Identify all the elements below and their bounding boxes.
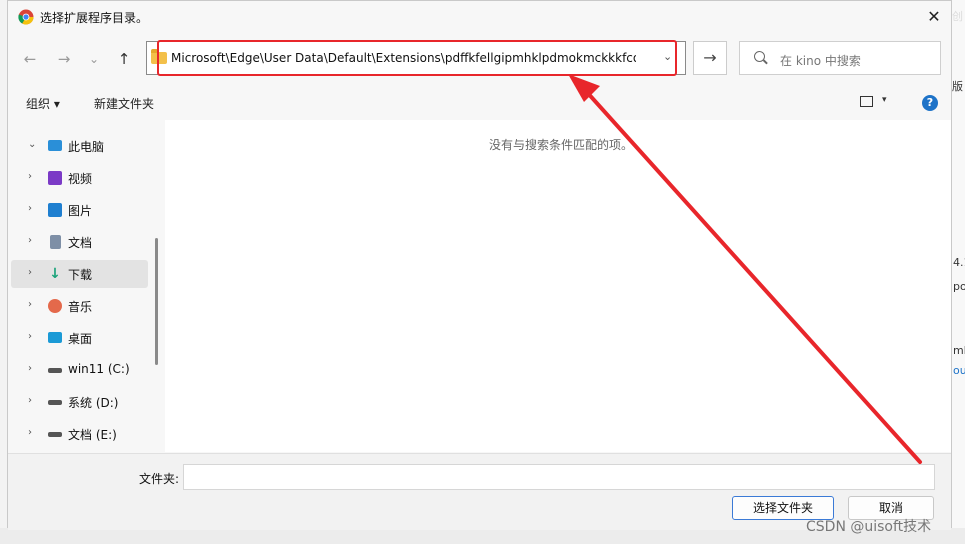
sidebar-item-label: 此电脑: [68, 140, 105, 154]
expand-chevron-icon[interactable]: ›: [28, 171, 32, 182]
background-text: 版: [952, 80, 963, 93]
computer-icon: [48, 140, 62, 151]
sidebar-item-label: 图片: [68, 204, 93, 218]
sidebar-item-music[interactable]: › 音乐: [11, 292, 148, 320]
document-icon: [50, 235, 61, 249]
command-toolbar: 组织 ▾ 新建文件夹 ▾ ?: [8, 91, 951, 117]
search-box[interactable]: 在 kino 中搜索: [739, 41, 941, 75]
drive-icon: [48, 400, 62, 405]
sidebar-item-drive-c[interactable]: › win11 (C:): [11, 356, 148, 384]
organize-button[interactable]: 组织 ▾: [26, 95, 60, 112]
collapse-chevron-icon[interactable]: ⌄: [28, 139, 36, 150]
video-icon: [48, 171, 62, 185]
navigation-bar: ← → ⌄ ↑ Microsoft\Edge\User Data\Default…: [8, 37, 951, 79]
background-text: mk: [953, 344, 965, 357]
sidebar-item-label: 系统 (D:): [68, 396, 119, 410]
sidebar-item-label: win11 (C:): [68, 362, 130, 376]
background-link: our: [953, 364, 965, 377]
folder-name-input[interactable]: [183, 464, 935, 490]
sidebar-item-videos[interactable]: › 视频: [11, 164, 148, 192]
dialog-title: 选择扩展程序目录。: [40, 11, 149, 25]
folder-field-label: 文件夹:: [139, 472, 180, 486]
folder-picker-dialog: 选择扩展程序目录。 ✕ ← → ⌄ ↑ Microsoft\Edge\User …: [7, 0, 952, 530]
picture-icon: [48, 203, 62, 217]
expand-chevron-icon[interactable]: ›: [28, 267, 32, 278]
help-icon[interactable]: ?: [922, 95, 938, 111]
navigation-scrollbar[interactable]: [155, 238, 158, 365]
address-dropdown-icon[interactable]: ⌄: [663, 50, 672, 63]
search-icon: [754, 51, 765, 62]
close-button[interactable]: ✕: [923, 6, 945, 28]
sidebar-item-label: 视频: [68, 172, 93, 186]
address-bar[interactable]: Microsoft\Edge\User Data\Default\Extensi…: [146, 41, 686, 75]
download-icon: ↓: [49, 266, 61, 282]
sidebar-item-label: 文档 (E:): [68, 428, 117, 442]
music-icon: [48, 299, 62, 313]
watermark: CSDN @uisoft技术: [806, 519, 932, 535]
navigation-pane: ⌄ 此电脑 › 视频 › 图片 › 文档 › ↓ 下载 › 音乐 › 桌面 › …: [8, 120, 158, 452]
background-text: 4.1: [953, 256, 965, 269]
desktop-icon: [48, 332, 62, 343]
dialog-titlebar: 选择扩展程序目录。 ✕: [8, 1, 951, 33]
sidebar-item-label: 文档: [68, 236, 93, 250]
empty-results-message: 没有与搜索条件匹配的项。: [489, 138, 634, 152]
sidebar-item-downloads[interactable]: › ↓ 下载: [11, 260, 148, 288]
search-input[interactable]: 在 kino 中搜索: [780, 52, 861, 69]
go-button[interactable]: →: [693, 41, 727, 75]
sidebar-item-this-pc[interactable]: ⌄ 此电脑: [11, 132, 148, 160]
background-text: 创: [952, 10, 963, 23]
chrome-icon: [18, 9, 34, 25]
sidebar-item-drive-d[interactable]: › 系统 (D:): [11, 388, 148, 416]
back-button[interactable]: ←: [18, 47, 42, 71]
address-path[interactable]: Microsoft\Edge\User Data\Default\Extensi…: [171, 51, 636, 65]
expand-chevron-icon[interactable]: ›: [28, 395, 32, 406]
expand-chevron-icon[interactable]: ›: [28, 299, 32, 310]
drive-icon: [48, 432, 62, 437]
view-mode-icon[interactable]: [860, 96, 873, 107]
expand-chevron-icon[interactable]: ›: [28, 331, 32, 342]
drive-icon: [48, 368, 62, 373]
sidebar-item-label: 音乐: [68, 300, 93, 314]
background-text: po: [953, 280, 965, 293]
recent-locations-button[interactable]: ⌄: [82, 47, 106, 71]
sidebar-item-documents[interactable]: › 文档: [11, 228, 148, 256]
forward-button[interactable]: →: [52, 47, 76, 71]
sidebar-item-pictures[interactable]: › 图片: [11, 196, 148, 224]
expand-chevron-icon[interactable]: ›: [28, 235, 32, 246]
sidebar-item-desktop[interactable]: › 桌面: [11, 324, 148, 352]
new-folder-button[interactable]: 新建文件夹: [94, 95, 154, 112]
sidebar-item-label: 桌面: [68, 332, 93, 346]
folder-icon: [151, 49, 167, 64]
file-list-pane[interactable]: 没有与搜索条件匹配的项。: [165, 120, 951, 452]
expand-chevron-icon[interactable]: ›: [28, 427, 32, 438]
up-button[interactable]: ↑: [112, 47, 136, 71]
sidebar-item-label: 下载: [68, 268, 93, 282]
expand-chevron-icon[interactable]: ›: [28, 203, 32, 214]
expand-chevron-icon[interactable]: ›: [28, 363, 32, 374]
view-options-chevron-icon[interactable]: ▾: [882, 95, 887, 105]
sidebar-item-drive-e[interactable]: › 文档 (E:): [11, 420, 148, 448]
